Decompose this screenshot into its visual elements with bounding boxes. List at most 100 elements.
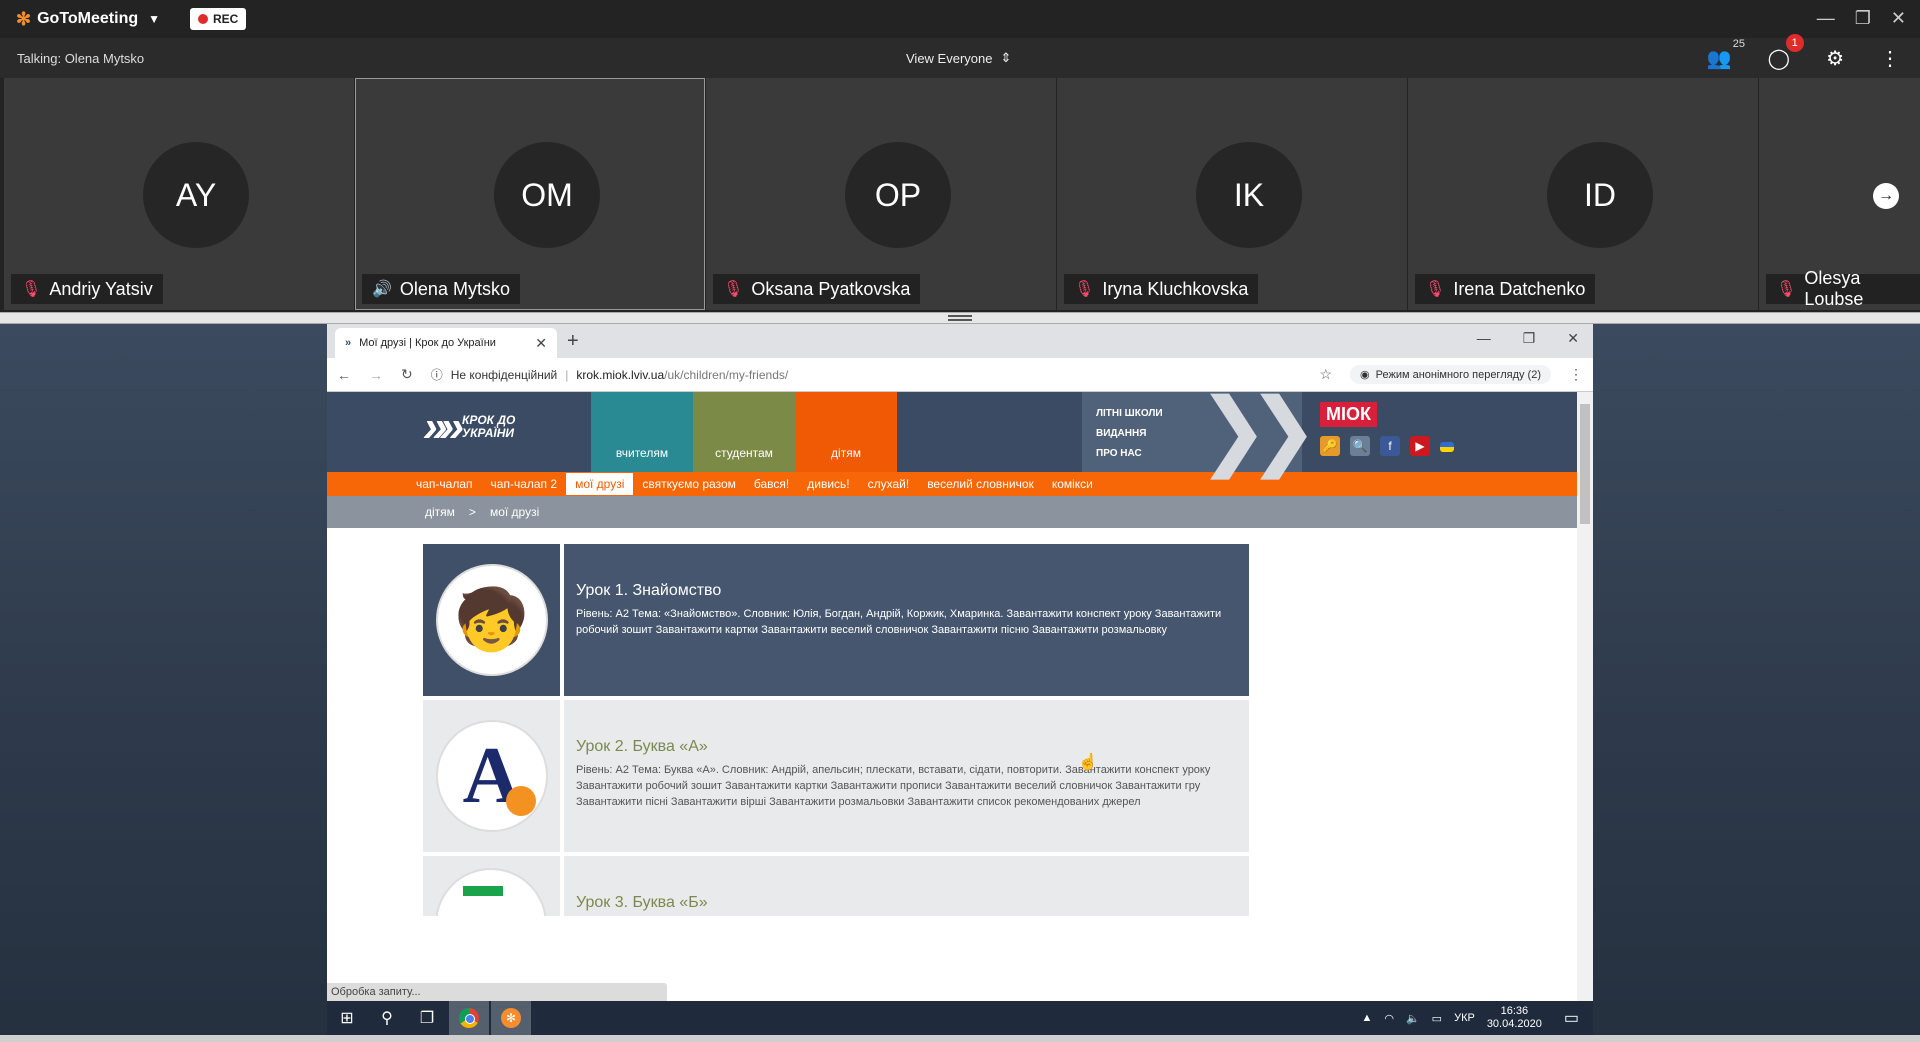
- search-icon[interactable]: 🔍: [1350, 436, 1370, 456]
- section-students[interactable]: студентам: [693, 392, 795, 472]
- lesson-body: Урок 3. Буква «Б»: [564, 856, 1249, 916]
- attendees-button[interactable]: 👥 25: [1707, 38, 1745, 71]
- section-children[interactable]: дітям: [795, 392, 897, 472]
- menu-item[interactable]: дивись!: [798, 473, 858, 495]
- participant-tile[interactable]: OM 🔊 Olena Mytsko: [355, 78, 705, 310]
- lesson-desc: Рівень: А2 Тема: «Знайомство». Словник: …: [576, 608, 1222, 636]
- participant-tile[interactable]: IK 🎙 Iryna Kluchkovska: [1057, 78, 1407, 310]
- browser-menu-icon[interactable]: ⋮: [1569, 366, 1583, 383]
- battery-icon[interactable]: ▭: [1432, 1012, 1442, 1025]
- task-view-icon[interactable]: ❐: [407, 1001, 447, 1035]
- window-controls: — ❐ ✕: [1817, 8, 1906, 28]
- web-page: »» КРОК ДО УКРАЇНИ вчителям студентам ді…: [327, 392, 1577, 1001]
- orange-fruit-icon: [506, 785, 537, 816]
- toolbar-actions: 👥 25 ◯ 1 ⚙ ⋮: [1707, 33, 1900, 71]
- facebook-icon[interactable]: f: [1380, 436, 1400, 456]
- address-bar-row: ← → ↻ ⓘ Не конфіденційний | krok.miok.lv…: [327, 358, 1593, 392]
- resize-divider[interactable]: [0, 312, 1920, 324]
- list-item[interactable]: 🧒 Урок 1. Знайомство Рівень: А2 Тема: «З…: [423, 544, 1249, 696]
- menu-item[interactable]: комікси: [1043, 473, 1102, 495]
- close-icon[interactable]: ✕: [1891, 8, 1906, 28]
- browser-tab[interactable]: » Мої друзі | Крок до України ✕: [335, 328, 557, 358]
- tray-up-icon[interactable]: ▲: [1361, 1012, 1372, 1024]
- clock[interactable]: 16:36 30.04.2020: [1487, 1005, 1542, 1031]
- lesson-body: Урок 1. Знайомство Рівень: А2 Тема: «Зна…: [564, 544, 1249, 696]
- restore-icon[interactable]: ❐: [1523, 330, 1536, 347]
- participant-tile[interactable]: ID 🎙 Irena Datchenko: [1408, 78, 1758, 310]
- participant-tile[interactable]: OP 🎙 Oksana Pyatkovska: [706, 78, 1056, 310]
- scroll-thumb[interactable]: [1580, 404, 1590, 524]
- youtube-icon[interactable]: ▶: [1410, 436, 1430, 456]
- menu-item[interactable]: веселий словничок: [918, 473, 1043, 495]
- url-input[interactable]: ⓘ Не конфіденційний | krok.miok.lviv.ua /…: [431, 366, 1302, 383]
- site-logo[interactable]: »» КРОК ДО УКРАЇНИ: [423, 402, 532, 452]
- letter-a-orange-icon: A: [463, 731, 537, 822]
- section-teachers[interactable]: вчителям: [591, 392, 693, 472]
- hand-cursor-icon: ☝: [1078, 754, 1098, 771]
- participant-name: Irena Datchenko: [1453, 278, 1586, 299]
- volume-icon[interactable]: 🔈: [1406, 1012, 1420, 1025]
- menu-item[interactable]: святкуємо разом: [633, 473, 745, 495]
- participant-name: Iryna Kluchkovska: [1102, 278, 1249, 299]
- view-selector[interactable]: View Everyone ⇕: [906, 50, 1011, 66]
- menu-item[interactable]: чап-чалап 2: [482, 473, 567, 495]
- lesson-title[interactable]: Урок 3. Буква «Б»: [576, 894, 1237, 912]
- boy-with-toys-icon: 🧒: [454, 586, 529, 653]
- page-scrollbar[interactable]: [1577, 392, 1593, 1001]
- lesson-title[interactable]: Урок 2. Буква «А»: [576, 738, 1237, 756]
- mic-muted-icon: 🎙: [21, 281, 42, 298]
- name-tag: 🎙 Olesya Loubse: [1766, 268, 1920, 309]
- star-icon[interactable]: ☆: [1319, 366, 1332, 383]
- key-icon[interactable]: 🔑: [1320, 436, 1340, 456]
- site-menu: чап-чалап чап-чалап 2 мої друзі святкуєм…: [327, 472, 1577, 496]
- reload-icon[interactable]: ↻: [401, 366, 413, 383]
- avatar: OP: [845, 142, 951, 248]
- minimize-icon[interactable]: —: [1817, 8, 1835, 28]
- chrome-taskbar-button[interactable]: [449, 1001, 489, 1035]
- talking-indicator: Talking: Olena Mytsko: [17, 50, 145, 66]
- notifications-icon[interactable]: ▭: [1564, 1008, 1579, 1028]
- list-item[interactable]: A Урок 2. Буква «А» Рівень: А2 Тема: Бук…: [423, 700, 1249, 852]
- incognito-indicator[interactable]: ◉ Режим анонімного перегляду (2): [1350, 365, 1551, 384]
- menu-item[interactable]: слухай!: [859, 473, 919, 495]
- close-icon[interactable]: ✕: [1567, 330, 1579, 347]
- search-icon[interactable]: ⚲: [367, 1001, 407, 1035]
- back-icon[interactable]: ←: [337, 367, 351, 383]
- lesson-image: A: [423, 700, 560, 852]
- menu-item[interactable]: бався!: [745, 473, 798, 495]
- forward-icon[interactable]: →: [369, 367, 383, 383]
- network-icon[interactable]: ◠: [1384, 1012, 1394, 1025]
- list-item[interactable]: Урок 3. Буква «Б»: [423, 856, 1249, 916]
- restore-icon[interactable]: ❐: [1855, 8, 1871, 28]
- close-tab-icon[interactable]: ✕: [535, 335, 547, 352]
- menu-item-active[interactable]: мої друзі: [566, 473, 634, 495]
- attendee-count: 25: [1732, 37, 1746, 50]
- chat-button[interactable]: ◯ 1: [1768, 33, 1804, 71]
- minimize-icon[interactable]: —: [1477, 330, 1491, 347]
- avatar: OM: [494, 142, 600, 248]
- ukraine-flag-icon[interactable]: [1440, 442, 1454, 452]
- language-indicator[interactable]: УКР: [1454, 1012, 1475, 1024]
- name-tag: 🎙 Iryna Kluchkovska: [1064, 274, 1259, 304]
- next-participants-button[interactable]: →: [1873, 183, 1899, 209]
- new-tab-button[interactable]: +: [567, 330, 579, 353]
- goto-taskbar-button[interactable]: ✻: [491, 1001, 531, 1035]
- windows-start-icon[interactable]: ⊞: [327, 1001, 367, 1035]
- participant-tile[interactable]: AY 🎙 Andriy Yatsiv: [4, 78, 354, 310]
- more-button[interactable]: ⋮: [1880, 46, 1900, 71]
- goto-logo-icon: ✻: [501, 1008, 521, 1028]
- up-down-chevron-icon: ⇕: [1000, 50, 1012, 65]
- rec-indicator[interactable]: REC: [190, 8, 247, 30]
- drag-handle-icon[interactable]: [948, 315, 972, 321]
- logo-text: КРОК ДО УКРАЇНИ: [461, 413, 516, 440]
- miok-logo[interactable]: МІОК: [1320, 402, 1377, 427]
- breadcrumb-children[interactable]: дітям: [425, 505, 455, 519]
- info-icon: ⓘ: [430, 368, 443, 382]
- lesson-title[interactable]: Урок 1. Знайомство: [576, 582, 1237, 600]
- lesson-image: 🧒: [423, 544, 560, 696]
- view-selector-label: View Everyone: [906, 50, 993, 66]
- brand-menu[interactable]: ✻ GoToMeeting ▼: [16, 9, 160, 30]
- settings-button[interactable]: ⚙: [1826, 46, 1844, 71]
- menu-item[interactable]: чап-чалап: [407, 473, 482, 495]
- chevron-decoration-icon: ❯❯: [1197, 392, 1319, 478]
